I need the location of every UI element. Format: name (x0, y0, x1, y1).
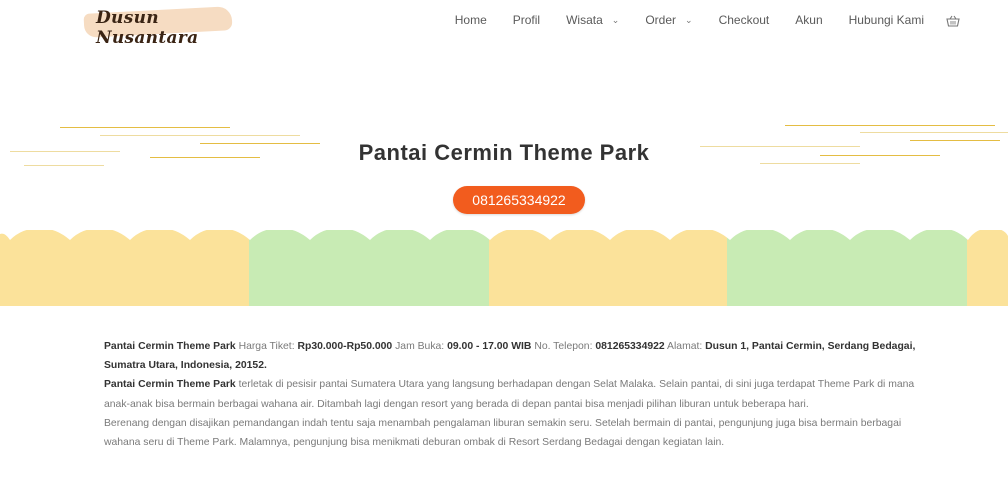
attraction-name: Pantai Cermin Theme Park (104, 379, 236, 391)
nav-item-label: Akun (795, 13, 823, 27)
attraction-name: Pantai Cermin Theme Park (104, 341, 236, 352)
nav-item-label: Home (454, 13, 487, 27)
logo-text: Dusun Nusantara (96, 8, 199, 48)
nav-item-checkout[interactable]: Checkout (719, 13, 770, 27)
site-logo[interactable]: Dusun Nusantara (83, 6, 233, 48)
phone-value: 081265334922 (595, 341, 665, 352)
nav-item-order[interactable]: Order ⌄ (645, 13, 692, 27)
address-label: Alamat: (667, 341, 703, 352)
decorative-wave-band (0, 222, 1008, 306)
phone-label: No. Telepon: (534, 341, 593, 352)
info-paragraph: Pantai Cermin Theme Park Harga Tiket: Rp… (104, 337, 924, 375)
chevron-down-icon: ⌄ (611, 14, 620, 25)
nav-item-profil[interactable]: Profil (513, 13, 540, 27)
nav-item-wisata[interactable]: Wisata ⌄ (566, 13, 619, 27)
nav-item-akun[interactable]: Akun (795, 13, 822, 27)
nav-item-home[interactable]: Home (455, 13, 487, 27)
basket-icon[interactable] (946, 14, 960, 27)
site-header: Dusun Nusantara Home Profil Wisata ⌄ Orde… (0, 0, 1008, 48)
hours-label: Jam Buka: (395, 341, 445, 352)
description-paragraph-2: Berenang dengan disajikan pemandangan in… (104, 414, 924, 452)
hours-value: 09.00 - 17.00 WIB (447, 341, 532, 352)
nav-item-hubungi-kami[interactable]: Hubungi Kami (849, 13, 924, 27)
nav-item-label: Profil (512, 13, 541, 27)
chevron-down-icon: ⌄ (685, 14, 693, 25)
nav-item-label: Checkout (718, 13, 770, 27)
main-nav: Home Profil Wisata ⌄ Order ⌄ Checkout Akun… (429, 13, 960, 27)
attraction-description: Pantai Cermin Theme Park Harga Tiket: Rp… (104, 337, 924, 452)
description-text: Berenang dengan disajikan pemandangan in… (104, 417, 902, 449)
description-paragraph-1: Pantai Cermin Theme Park terletak di pes… (104, 375, 924, 413)
nav-item-label: Hubungi Kami (848, 13, 924, 27)
nav-item-label: Wisata (566, 13, 603, 27)
price-label: Harga Tiket: (238, 341, 295, 352)
nav-item-label: Order (645, 13, 677, 27)
price-value: Rp30.000-Rp50.000 (297, 341, 393, 352)
page-title: Pantai Cermin Theme Park (358, 140, 650, 165)
phone-button[interactable]: 081265334922 (453, 186, 585, 214)
